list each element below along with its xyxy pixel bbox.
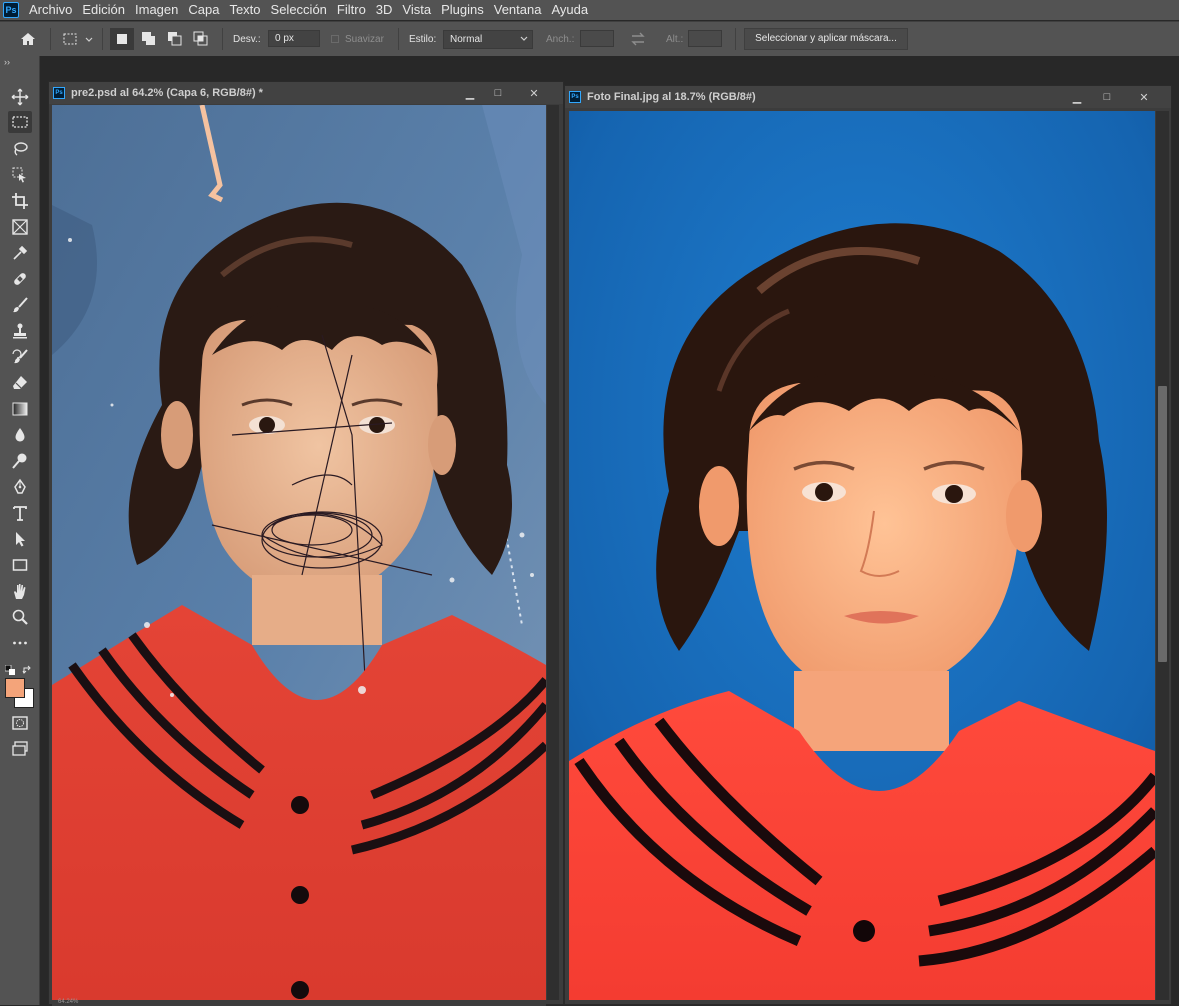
path-select-icon[interactable] — [8, 528, 32, 550]
rectangle-icon[interactable] — [8, 554, 32, 576]
pen-icon[interactable] — [8, 476, 32, 498]
style-select-value: Normal — [450, 34, 483, 45]
menu-imagen[interactable]: Imagen — [135, 0, 178, 20]
zoom-icon[interactable] — [8, 606, 32, 628]
menu-capa[interactable]: Capa — [188, 0, 219, 20]
menu-ventana[interactable]: Ventana — [494, 0, 542, 20]
add-selection-icon[interactable] — [141, 31, 157, 47]
document-window-foto-final: Ps Foto Final.jpg al 18.7% (RGB/8#) ▁ □ … — [564, 85, 1172, 1005]
menu-archivo[interactable]: Archivo — [29, 0, 72, 20]
dodge-icon[interactable] — [8, 450, 32, 472]
marquee-icon[interactable] — [8, 111, 32, 133]
marquee-preset-icon[interactable] — [62, 31, 78, 47]
status-bar: 64.24% — [52, 999, 546, 1006]
brush-icon[interactable] — [8, 294, 32, 316]
menu-edicion[interactable]: Edición — [82, 0, 125, 20]
document-title: pre2.psd al 64.2% (Capa 6, RGB/8#) * — [71, 87, 263, 99]
menu-texto[interactable]: Texto — [229, 0, 260, 20]
menu-ayuda[interactable]: Ayuda — [551, 0, 588, 20]
healing-brush-icon[interactable] — [8, 268, 32, 290]
clone-stamp-icon[interactable] — [8, 320, 32, 342]
photoshop-logo-icon: Ps — [3, 2, 19, 18]
style-label: Estilo: — [409, 34, 437, 45]
divider — [102, 28, 103, 50]
document-titlebar[interactable]: Ps pre2.psd al 64.2% (Capa 6, RGB/8#) * … — [49, 82, 563, 104]
select-and-mask-button[interactable]: Seleccionar y aplicar máscara... — [744, 28, 908, 50]
object-select-icon[interactable] — [8, 164, 32, 186]
intersect-selection-icon[interactable] — [193, 31, 209, 47]
document-window-pre2: Ps pre2.psd al 64.2% (Capa 6, RGB/8#) * … — [48, 81, 564, 1006]
close-button[interactable]: ✕ — [521, 83, 547, 103]
crop-icon[interactable] — [8, 190, 32, 212]
zoom-level[interactable]: 64.24% — [58, 999, 78, 1005]
move-icon[interactable] — [8, 86, 32, 108]
height-label: Alt.: — [666, 34, 684, 45]
lasso-icon[interactable] — [8, 138, 32, 160]
maximize-button[interactable]: □ — [485, 83, 511, 103]
new-selection-button[interactable] — [110, 28, 134, 50]
minimize-button[interactable]: ▁ — [1064, 87, 1090, 107]
more-tools-icon[interactable] — [8, 632, 32, 654]
document-canvas-damaged-photo[interactable] — [52, 105, 546, 1000]
vertical-scrollbar[interactable] — [547, 105, 559, 1000]
options-bar: Desv.: 0 px Suavizar Estilo: Normal Anch… — [0, 21, 1179, 56]
blur-icon[interactable] — [8, 424, 32, 446]
height-input[interactable] — [688, 30, 722, 47]
maximize-button[interactable]: □ — [1094, 87, 1120, 107]
vertical-scrollbar[interactable] — [1156, 111, 1169, 1000]
width-input[interactable] — [580, 30, 614, 47]
menu-vista[interactable]: Vista — [402, 0, 431, 20]
document-title: Foto Final.jpg al 18.7% (RGB/8#) — [587, 91, 756, 103]
history-brush-icon[interactable] — [8, 346, 32, 368]
divider — [398, 28, 399, 50]
screen-mode-icon[interactable] — [8, 738, 32, 760]
ps-document-icon: Ps — [569, 91, 581, 103]
feather-label: Desv.: — [233, 34, 261, 45]
subtract-selection-icon[interactable] — [167, 31, 183, 47]
eraser-icon[interactable] — [8, 372, 32, 394]
chevron-down-icon[interactable] — [84, 31, 94, 47]
type-icon[interactable] — [8, 502, 32, 524]
width-label: Anch.: — [546, 34, 575, 45]
quick-mask-icon[interactable] — [8, 712, 32, 734]
minimize-button[interactable]: ▁ — [457, 83, 483, 103]
hand-icon[interactable] — [8, 580, 32, 602]
menu-filtro[interactable]: Filtro — [337, 0, 366, 20]
close-button[interactable]: ✕ — [1131, 87, 1157, 107]
foreground-color-swatch[interactable] — [5, 678, 25, 698]
menu-plugins[interactable]: Plugins — [441, 0, 484, 20]
eyedropper-icon[interactable] — [8, 242, 32, 264]
feather-input[interactable]: 0 px — [268, 30, 320, 47]
swap-dimensions-icon[interactable] — [630, 31, 646, 47]
tools-panel: ›› — [0, 56, 40, 1005]
document-canvas-restored-photo[interactable] — [569, 111, 1155, 1000]
style-select[interactable]: Normal — [443, 30, 533, 49]
collapse-panel-icon[interactable]: ›› — [4, 57, 10, 67]
menu-seleccion[interactable]: Selección — [271, 0, 327, 20]
restored-portrait-image — [569, 111, 1155, 1000]
divider — [50, 28, 51, 50]
chevron-down-icon — [520, 36, 528, 41]
menu-3d[interactable]: 3D — [376, 0, 393, 20]
menu-bar: Ps Archivo Edición Imagen Capa Texto Sel… — [0, 0, 1179, 20]
ps-document-icon: Ps — [53, 87, 65, 99]
scrollbar-thumb[interactable] — [1158, 386, 1167, 662]
divider — [735, 28, 736, 50]
antialias-checkbox[interactable] — [331, 35, 339, 43]
antialias-label: Suavizar — [345, 34, 384, 45]
divider — [222, 28, 223, 50]
document-titlebar[interactable]: Ps Foto Final.jpg al 18.7% (RGB/8#) ▁ □ … — [565, 86, 1171, 108]
frame-icon[interactable] — [8, 216, 32, 238]
damaged-portrait-image — [52, 105, 546, 1000]
gradient-icon[interactable] — [8, 398, 32, 420]
home-icon[interactable] — [20, 31, 36, 47]
